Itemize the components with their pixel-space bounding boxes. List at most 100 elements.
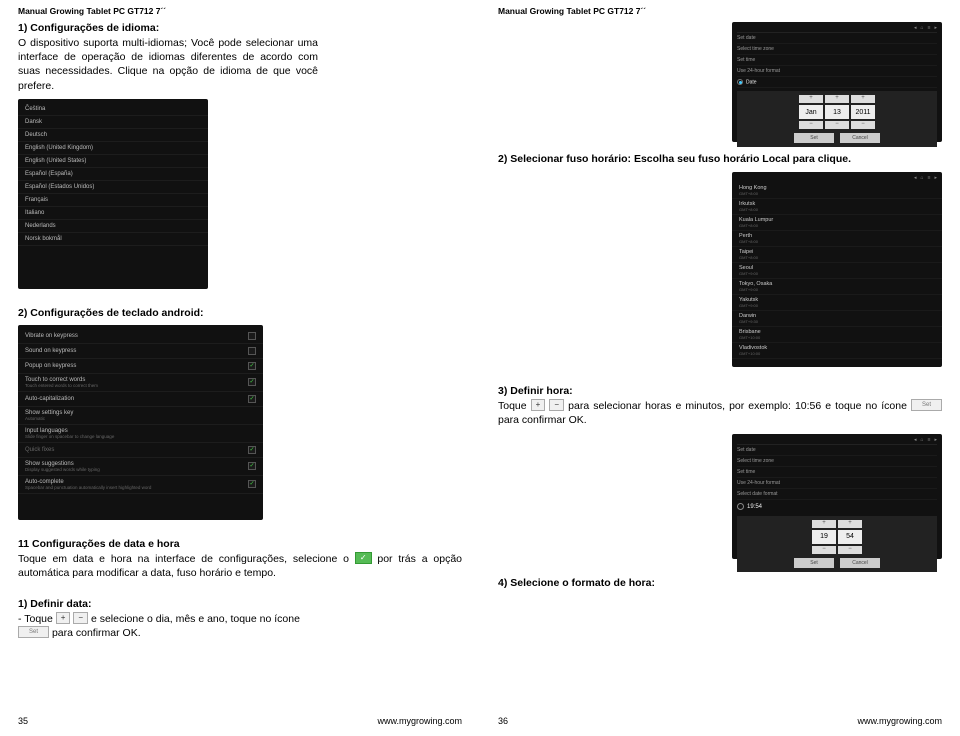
keyboard-setting-row: Vibrate on keypress bbox=[18, 329, 263, 344]
language-row: Español (Estados Unidos) bbox=[18, 181, 208, 194]
checkbox-icon: ✓ bbox=[248, 480, 256, 488]
keyboard-setting-row: Input languagesSlide finger on spacebar … bbox=[18, 425, 263, 443]
sec11-body: Toque em data e hora na interface de con… bbox=[18, 552, 462, 580]
timezone-row: Hong KongGMT+8:00 bbox=[732, 183, 942, 199]
time-menu-row: Set time bbox=[737, 467, 937, 478]
timezone-row: Kuala LumpurGMT+8:00 bbox=[732, 215, 942, 231]
date-cell: 2011 bbox=[851, 105, 875, 119]
def-data-title: 1) Definir data: bbox=[18, 598, 462, 610]
sec2r-body: 2) Selecionar fuso horário: Escolha seu … bbox=[498, 152, 942, 166]
checkbox-icon: ✓ bbox=[248, 462, 256, 470]
set-button-icon: Set bbox=[911, 399, 942, 411]
footer-url-right: www.mygrowing.com bbox=[857, 716, 942, 726]
page-number-left: 35 bbox=[18, 716, 28, 726]
timezone-row: VladivostokGMT+10:00 bbox=[732, 343, 942, 359]
def-data-b: e selecione o dia, mês e ano, toque no í… bbox=[91, 613, 300, 625]
date-menu-row: Use 24-hour format bbox=[737, 66, 937, 77]
keyboard-setting-row: Show suggestionsDisplay suggested words … bbox=[18, 458, 263, 476]
date-cell: Jan bbox=[799, 105, 823, 119]
sec11-body-a: Toque em data e hora na interface de con… bbox=[18, 553, 355, 565]
def-data-body: - Toque + − e selecione o dia, mês e ano… bbox=[18, 612, 462, 640]
sec2r-text: 2) Selecionar fuso horário: Escolha seu … bbox=[498, 153, 851, 165]
checkbox-icon bbox=[248, 332, 256, 340]
sec3-b: para selecionar horas e minutos, por exe… bbox=[568, 400, 911, 412]
sec3-title: 3) Definir hora: bbox=[498, 385, 942, 397]
checkbox-icon: ✓ bbox=[355, 552, 372, 564]
language-row: Čeština bbox=[18, 103, 208, 116]
time-menu-row: Select time zone bbox=[737, 456, 937, 467]
sec3-body: Toque + − para selecionar horas e minuto… bbox=[498, 399, 942, 427]
minus-icon: − bbox=[549, 399, 564, 411]
clock-value: 19:54 bbox=[747, 504, 762, 510]
footer-url-left: www.mygrowing.com bbox=[377, 716, 462, 726]
timezone-row: YakutskGMT+9:00 bbox=[732, 295, 942, 311]
time-menu-row: Use 24-hour format bbox=[737, 478, 937, 489]
language-row: Italiano bbox=[18, 207, 208, 220]
date-cancel-btn: Cancel bbox=[840, 133, 880, 143]
sec4-title: 4) Selecione o formato de hora: bbox=[498, 577, 942, 589]
keyboard-setting-row: Auto-completeSpacebar and punctuation au… bbox=[18, 476, 263, 494]
timezone-row: BrisbaneGMT+10:00 bbox=[732, 327, 942, 343]
language-row: Español (España) bbox=[18, 168, 208, 181]
timezone-row: TaipeiGMT+8:00 bbox=[732, 247, 942, 263]
date-set-btn: Set bbox=[794, 133, 834, 143]
screenshot-date-picker: ◂⌂≡▸ Set dateSelect time zoneSet timeUse… bbox=[732, 22, 942, 142]
checkbox-icon: ✓ bbox=[248, 362, 256, 370]
footer-right: 36 www.mygrowing.com bbox=[498, 716, 942, 726]
page-right: Manual Growing Tablet PC GT712 7´´ ◂⌂≡▸ … bbox=[480, 0, 960, 736]
timezone-row: DarwinGMT+9:30 bbox=[732, 311, 942, 327]
plus-icon: + bbox=[531, 399, 546, 411]
language-row: Deutsch bbox=[18, 129, 208, 142]
language-row: Dansk bbox=[18, 116, 208, 129]
time-menu-row: Select date format bbox=[737, 489, 937, 500]
time-menu-row: Set date bbox=[737, 445, 937, 456]
page-number-right: 36 bbox=[498, 716, 508, 726]
timezone-row: IrkutskGMT+8:00 bbox=[732, 199, 942, 215]
screenshot-language: ČeštinaDanskDeutschEnglish (United Kingd… bbox=[18, 99, 208, 289]
keyboard-setting-row: Popup on keypress✓ bbox=[18, 359, 263, 374]
footer-left: 35 www.mygrowing.com bbox=[18, 716, 462, 726]
keyboard-setting-row: Sound on keypress bbox=[18, 344, 263, 359]
screenshot-timezone: ◂⌂≡▸ Hong KongGMT+8:00IrkutskGMT+8:00Kua… bbox=[732, 172, 942, 367]
minus-icon: − bbox=[73, 612, 88, 624]
sec1-body: O dispositivo suporta multi-idiomas; Voc… bbox=[18, 36, 318, 93]
language-row: Norsk bokmål bbox=[18, 233, 208, 246]
sec3-c: para confirmar OK. bbox=[498, 414, 587, 426]
sec1-title: 1) Configurações de idioma: bbox=[18, 22, 462, 34]
checkbox-icon bbox=[248, 347, 256, 355]
date-menu-row: Select time zone bbox=[737, 44, 937, 55]
date-cell: 13 bbox=[825, 105, 849, 119]
date-row-highlight: Date bbox=[746, 79, 757, 85]
def-data-c: para confirmar OK. bbox=[52, 627, 141, 639]
checkbox-icon: ✓ bbox=[248, 378, 256, 386]
checkbox-icon: ✓ bbox=[248, 395, 256, 403]
keyboard-setting-row: Quick fixes✓ bbox=[18, 443, 263, 458]
set-button-icon: Set bbox=[18, 626, 49, 638]
screenshot-keyboard: Vibrate on keypressSound on keypressPopu… bbox=[18, 325, 263, 520]
language-row: English (United States) bbox=[18, 155, 208, 168]
keyboard-setting-row: Show settings keyAutomatic bbox=[18, 407, 263, 425]
time-set-btn: Set bbox=[794, 558, 834, 568]
sec2-title: 2) Configurações de teclado android: bbox=[18, 307, 462, 319]
def-data-a: - Toque bbox=[18, 613, 56, 625]
date-menu-row: Set date bbox=[737, 33, 937, 44]
plus-icon: + bbox=[56, 612, 71, 624]
clock-icon bbox=[737, 503, 744, 510]
screenshot-time-picker: ◂⌂≡▸ Set dateSelect time zoneSet timeUse… bbox=[732, 434, 942, 559]
date-picker-widget: +++ Jan132011 −−− Set Cancel bbox=[737, 91, 937, 147]
time-cancel-btn: Cancel bbox=[840, 558, 880, 568]
page-left: Manual Growing Tablet PC GT712 7´´ 1) Co… bbox=[0, 0, 480, 736]
timezone-row: SeoulGMT+9:00 bbox=[732, 263, 942, 279]
timezone-row: PerthGMT+8:00 bbox=[732, 231, 942, 247]
sec3-a: Toque bbox=[498, 400, 531, 412]
sec11-title: 11 Configurações de data e hora bbox=[18, 538, 462, 550]
page-header-right: Manual Growing Tablet PC GT712 7´´ bbox=[498, 6, 942, 16]
checkbox-icon: ✓ bbox=[248, 446, 256, 454]
date-menu-row: Set time bbox=[737, 55, 937, 66]
language-row: English (United Kingdom) bbox=[18, 142, 208, 155]
keyboard-setting-row: Touch to correct wordsTouch entered word… bbox=[18, 374, 263, 392]
time-cell: 19 bbox=[812, 530, 836, 544]
keyboard-setting-row: Auto-capitalization✓ bbox=[18, 392, 263, 407]
language-row: Nederlands bbox=[18, 220, 208, 233]
time-cell: 54 bbox=[838, 530, 862, 544]
